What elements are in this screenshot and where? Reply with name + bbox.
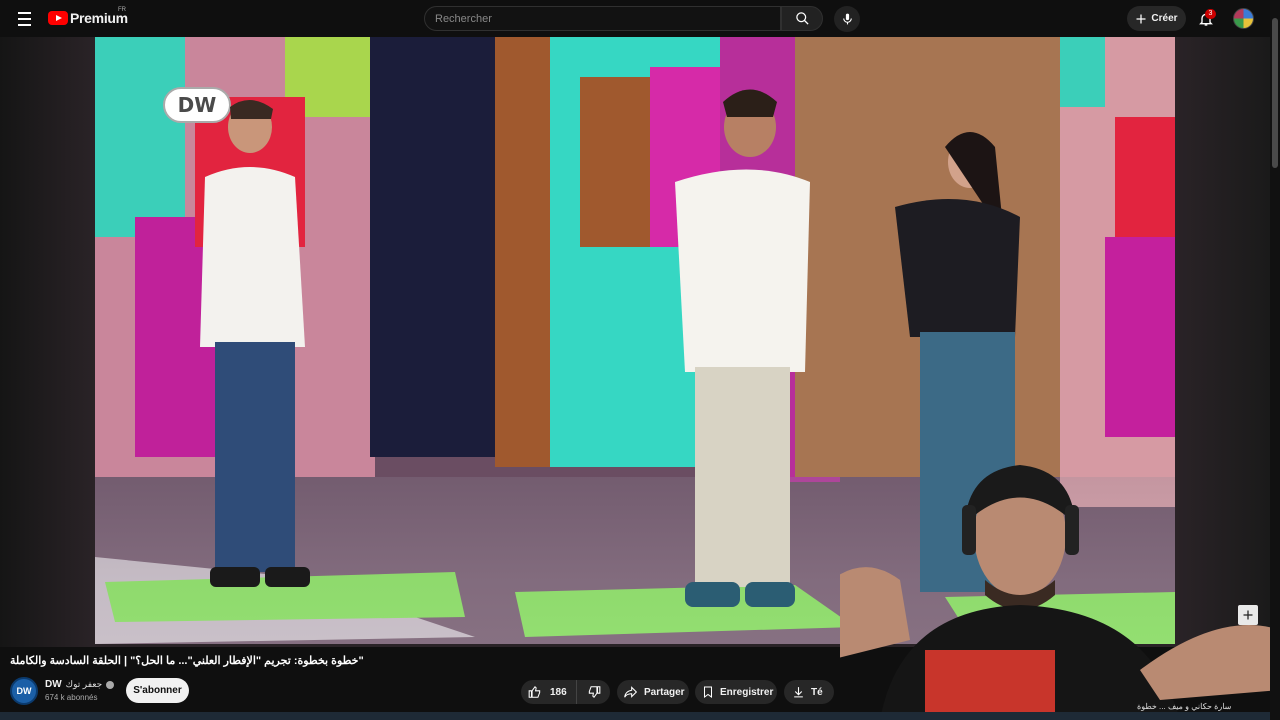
- channel-avatar[interactable]: DW: [10, 677, 38, 705]
- page-scrollbar[interactable]: [1270, 0, 1280, 720]
- share-label: Partager: [644, 686, 685, 698]
- share-icon: [624, 686, 638, 698]
- notification-badge: 3: [1205, 9, 1216, 19]
- like-button[interactable]: 186: [521, 680, 577, 704]
- thumbs-down-icon: [588, 686, 600, 699]
- presenter-center: [675, 89, 810, 607]
- save-button[interactable]: Enregistrer: [695, 680, 777, 704]
- bookmark-icon: [704, 686, 712, 698]
- create-button[interactable]: Créer: [1127, 6, 1186, 31]
- channel-name-label: DW: [45, 679, 62, 690]
- search-button[interactable]: [781, 6, 823, 31]
- presenter-left: [200, 99, 310, 587]
- voice-search-button[interactable]: [834, 6, 860, 32]
- save-label: Enregistrer: [720, 686, 774, 698]
- bottom-strip: [0, 712, 1270, 720]
- account-avatar[interactable]: [1233, 8, 1254, 29]
- channel-name-arabic: جعفر توك: [65, 679, 103, 689]
- search-input[interactable]: [425, 7, 780, 30]
- search-icon: [795, 12, 809, 25]
- subscribe-button[interactable]: S'abonner: [126, 678, 189, 703]
- download-icon: [794, 687, 803, 698]
- youtube-premium-logo[interactable]: Premium FR: [48, 7, 128, 26]
- download-button[interactable]: Té: [784, 680, 834, 704]
- youtube-play-icon: [48, 11, 68, 25]
- plus-icon: [1136, 14, 1146, 23]
- scrollbar-thumb[interactable]: [1272, 18, 1278, 168]
- subscriber-count: 674 k abonnés: [45, 693, 98, 702]
- channel-name[interactable]: DW جعفر توك: [45, 679, 115, 690]
- search-box[interactable]: [424, 6, 781, 31]
- dislike-button[interactable]: [577, 680, 610, 704]
- region-label: FR: [118, 7, 126, 13]
- download-label: Té: [811, 686, 823, 698]
- verified-icon: [106, 680, 115, 689]
- like-dislike-group: 186: [521, 680, 610, 704]
- top-bar: Premium FR Créer 3: [0, 0, 1280, 37]
- create-label: Créer: [1151, 13, 1178, 24]
- webcam-overlay: [840, 465, 1280, 720]
- video-title: خطوة بخطوة: تجريم "الإفطار العلني"... ما…: [10, 655, 364, 667]
- thumbs-up-icon: [528, 685, 541, 698]
- menu-icon[interactable]: [12, 8, 36, 30]
- microphone-icon: [842, 13, 852, 25]
- like-count: 186: [550, 686, 567, 698]
- description-snippet: سارة حكاني و ميف ... خطوة: [1137, 702, 1232, 711]
- share-button[interactable]: Partager: [617, 680, 689, 704]
